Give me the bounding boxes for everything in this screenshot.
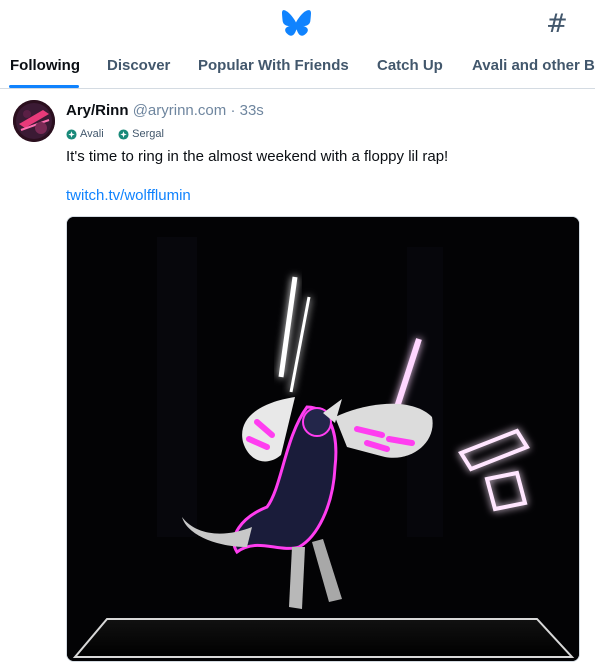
- post-body-text: It's time to ring in the almost weekend …: [66, 148, 449, 165]
- post-link[interactable]: twitch.tv/wolfflumin: [66, 186, 191, 206]
- author-handle[interactable]: @aryrinn.com: [133, 102, 227, 119]
- tab-popular-with-friends[interactable]: Popular With Friends: [198, 56, 349, 76]
- label-badge-icon: [66, 128, 77, 140]
- separator-dot: ·: [230, 102, 236, 119]
- post-labels: Avali Sergal: [66, 126, 174, 142]
- tab-catch-up[interactable]: Catch Up: [377, 56, 443, 76]
- tab-following[interactable]: Following: [10, 56, 80, 76]
- label-text: Avali: [80, 128, 104, 140]
- label-sergal[interactable]: Sergal: [118, 126, 164, 142]
- butterfly-icon[interactable]: [281, 10, 311, 36]
- tab-avali-and-other[interactable]: Avali and other Bi: [472, 56, 595, 76]
- label-avali[interactable]: Avali: [66, 126, 104, 142]
- label-badge-icon: [118, 128, 129, 140]
- feed-post[interactable]: Ary/Rinn @aryrinn.com · 33s Avali Sergal…: [0, 89, 595, 670]
- author-name[interactable]: Ary/Rinn: [66, 102, 129, 119]
- post-author: Ary/Rinn @aryrinn.com · 33s: [66, 101, 264, 121]
- label-text: Sergal: [132, 128, 164, 140]
- hash-icon[interactable]: #: [546, 9, 568, 39]
- active-tab-indicator: [9, 85, 79, 88]
- post-media-video[interactable]: [66, 216, 580, 662]
- post-timestamp[interactable]: 33s: [240, 102, 264, 119]
- feed-tabs: Following Discover Popular With Friends …: [0, 46, 595, 89]
- avatar[interactable]: [13, 100, 55, 142]
- top-bar: #: [0, 0, 595, 46]
- tab-discover[interactable]: Discover: [107, 56, 170, 76]
